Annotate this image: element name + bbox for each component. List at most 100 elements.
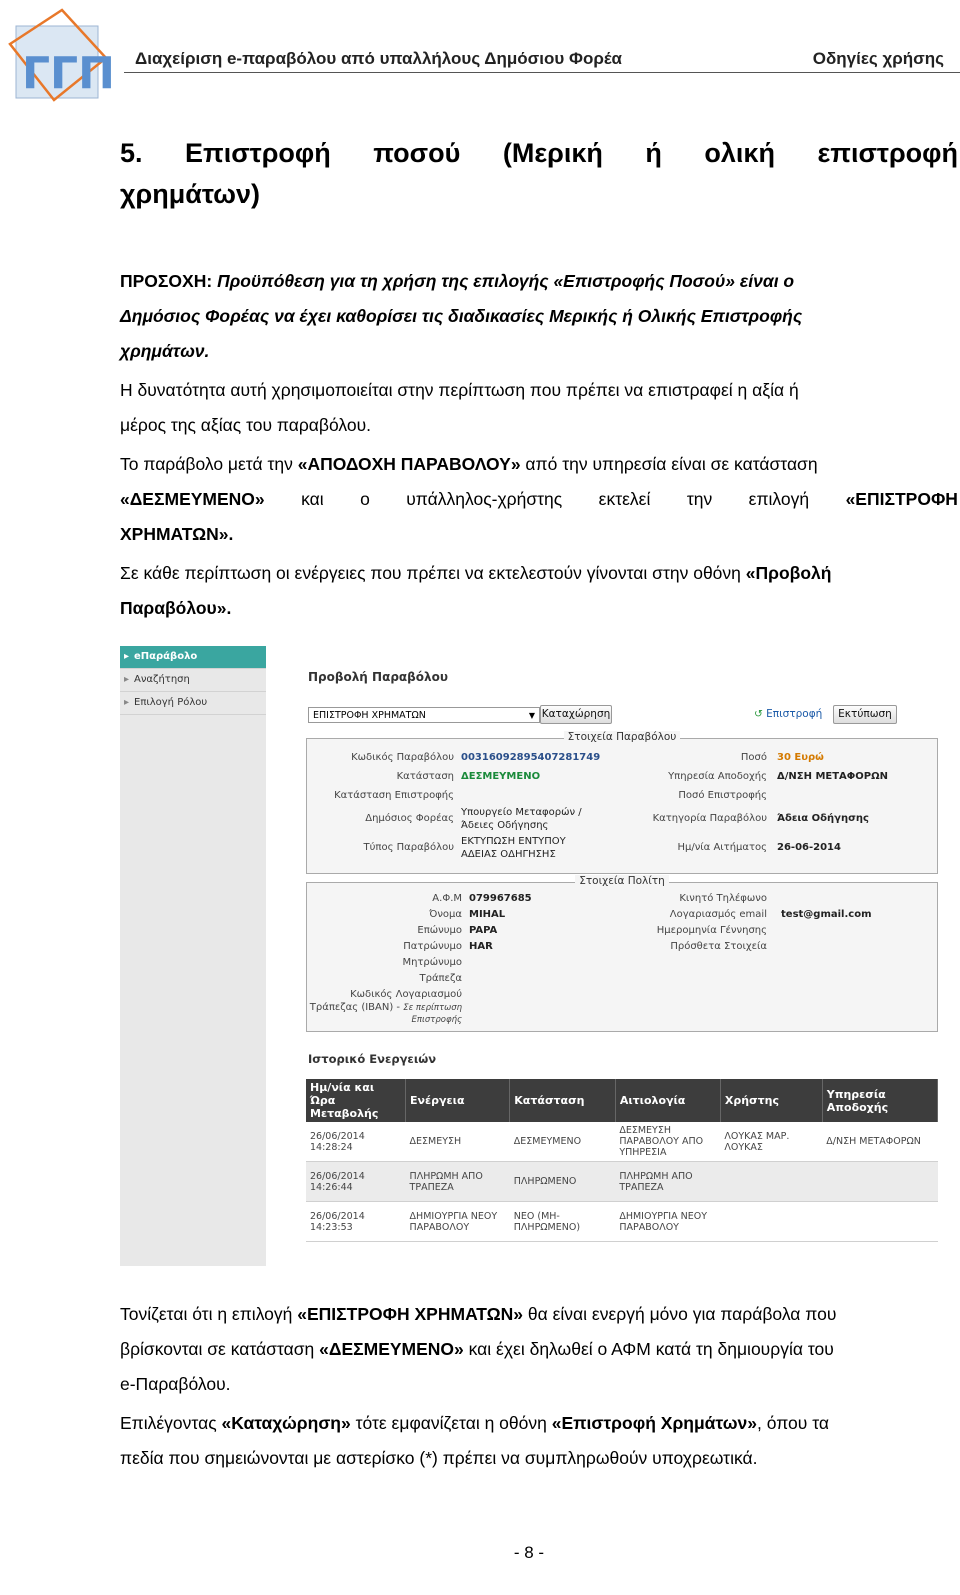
request-date-label: Ημ/νία Αιτήματος xyxy=(677,842,767,853)
history-header-cell: Ενέργεια xyxy=(405,1079,511,1122)
p5-text-e: , όπου τα xyxy=(757,1413,829,1433)
p4-text-a: Τονίζεται ότι η επιλογή xyxy=(120,1304,298,1324)
history-row: 26/06/2014 14:26:44 ΠΛΗΡΩΜΗ ΑΠΟ ΤΡΑΠΕΖΑ ΠΛ… xyxy=(306,1161,938,1202)
sidebar: ▸ eΠαράβολο ▸ Αναζήτηση ▸ Επιλογή Ρόλου xyxy=(120,646,266,1266)
print-button[interactable]: Εκτύπωση xyxy=(833,705,897,724)
action-select-value: ΕΠΙΣΤΡΟΦΗ ΧΡΗΜΑΤΩΝ xyxy=(313,710,426,721)
p2-word: επιλογή xyxy=(748,489,810,509)
warning-line1: Προϋπόθεση για τη χρήση της επιλογής «Επ… xyxy=(217,271,795,291)
amount-value: 30 Ευρώ xyxy=(777,752,824,763)
p2-word: την xyxy=(686,489,713,509)
header-doc-type: Οδηγίες χρήσης xyxy=(812,49,944,68)
paragraph-2: Το παράβολο μετά την «ΑΠΟΔΟΧΗ ΠΑΡΑΒΟΛΟΥ»… xyxy=(120,447,958,552)
first-name-label: Όνομα xyxy=(429,909,462,920)
p4-bold: «ΕΠΙΣΤΡΟΦΗ ΧΡΗΜΑΤΩΝ» xyxy=(297,1304,524,1324)
p2-bold-reserved: «ΔΕΣΜΕΥΜΕΝΟ» xyxy=(120,489,265,509)
fee-status-label: Κατάσταση xyxy=(396,771,454,782)
history-header-cell: Αιτιολογία xyxy=(615,1079,721,1122)
father-name-label: Πατρώνυμο xyxy=(403,941,462,952)
sidebar-item-role[interactable]: ▸ Επιλογή Ρόλου xyxy=(120,692,266,715)
history-header-row: Ημ/νία και Ώρα Μεταβολής Ενέργεια Κατάστασ… xyxy=(306,1079,939,1122)
sidebar-item-label: Επιλογή Ρόλου xyxy=(134,697,208,708)
surname-label: Επώνυμο xyxy=(417,925,462,936)
first-name-value: MIHAL xyxy=(469,909,506,920)
p3-line2: Παραβόλου». xyxy=(120,598,232,618)
p5-text-c: τότε εμφανίζεται η οθόνη xyxy=(350,1413,552,1433)
paragraph-3: Σε κάθε περίπτωση οι ενέργειες που πρέπε… xyxy=(120,556,958,626)
action-select[interactable]: ΕΠΙΣΤΡΟΦΗ ΧΡΗΜΑΤΩΝ ▼ xyxy=(308,707,540,723)
service-label: Υπηρεσία Αποδοχής xyxy=(668,771,767,782)
father-name-value: HAR xyxy=(469,941,493,952)
p2-word: εκτελεί xyxy=(598,489,651,509)
citizen-details-panel: Στοιχεία Πολίτη Α.Φ.Μ 079967685 Όνομα MI… xyxy=(306,875,938,1032)
sidebar-item-label: Αναζήτηση xyxy=(134,674,190,685)
p3-bold: «Προβολή xyxy=(745,563,832,583)
extra-info-label: Πρόσθετα Στοιχεία xyxy=(670,941,767,952)
sidebar-item-eparavolo[interactable]: ▸ eΠαράβολο xyxy=(120,646,266,669)
history-header-cell: Κατάσταση xyxy=(509,1079,616,1122)
p1-line2: μέρος της αξίας του παραβόλου. xyxy=(120,415,372,435)
history-cell: ΠΛΗΡΩΜΕΝΟ xyxy=(509,1161,616,1202)
warning-line2: Δημόσιος Φορέας να έχει καθορίσει τις δι… xyxy=(120,306,803,326)
title-word: ολική xyxy=(704,138,775,168)
paragraph-4: Τονίζεται ότι η επιλογή «ΕΠΙΣΤΡΟΦΗ ΧΡΗΜΑ… xyxy=(120,1297,958,1402)
iban-label-line2: Τράπεζας (IBAN) - Σε περίπτωση xyxy=(310,1002,462,1013)
p5-bold-refund: «Επιστροφή Χρημάτων» xyxy=(551,1413,757,1433)
paragraph-5: Επιλέγοντας «Καταχώρηση» τότε εμφανίζετα… xyxy=(120,1406,958,1476)
email-value: test@gmail.com xyxy=(781,909,872,920)
register-button[interactable]: Καταχώρηση xyxy=(540,705,612,724)
p4-line3: e-Παραβόλου. xyxy=(120,1374,231,1394)
p2-word: υπάλληλος-χρήστης xyxy=(406,489,563,509)
p2-line3: ΧΡΗΜΑΤΩΝ». xyxy=(120,524,234,544)
history-title: Ιστορικό Ενεργειών xyxy=(308,1052,437,1066)
history-cell: ΔΗΜΙΟΥΡΓΙΑ ΝΕΟΥ ΠΑΡΑΒΟΛΟΥ xyxy=(405,1201,510,1242)
sidebar-item-search[interactable]: ▸ Αναζήτηση xyxy=(120,669,266,692)
amount-label: Ποσό xyxy=(740,752,767,763)
org-value-line1: Υπουργείο Μεταφορών / xyxy=(461,807,582,818)
fee-type-line1: ΕΚΤΥΠΩΣΗ ΕΝΤΥΠΟΥ xyxy=(461,836,566,847)
fee-type-label: Τύπος Παραβόλου xyxy=(363,842,454,853)
p1-line1: Η δυνατότητα αυτή χρησιμοποιείται στην π… xyxy=(120,380,799,400)
mother-name-label: Μητρώνυμο xyxy=(402,957,462,968)
fee-status-value: ΔΕΣΜΕΥΜΕΝΟ xyxy=(461,771,541,782)
header-title: Διαχείριση e-παραβόλου από υπαλλήλους Δη… xyxy=(135,49,622,68)
fee-code-value: 00316092895407281749 xyxy=(461,752,601,763)
chevron-down-icon: ▼ xyxy=(528,711,535,720)
paragraph-1: Η δυνατότητα αυτή χρησιμοποιείται στην π… xyxy=(120,373,958,443)
history-cell: 26/06/2014 14:26:44 xyxy=(306,1161,406,1202)
fee-type-line2: ΑΔΕΙΑΣ ΟΔΗΓΗΣΗΣ xyxy=(461,849,556,860)
p5-line2: πεδία που σημειώνονται με αστερίσκο (*) … xyxy=(120,1448,758,1468)
p3-text-a: Σε κάθε περίπτωση οι ενέργειες που πρέπε… xyxy=(120,563,746,583)
iban-label-text: Τράπεζας (IBAN) - xyxy=(309,1002,404,1013)
screen-title: Προβολή Παραβόλου xyxy=(308,670,448,684)
p2-bold-refund: «ΕΠΙΣΤΡΟΦΗ xyxy=(845,489,958,509)
fee-legend: Στοιχεία Παραβόλου xyxy=(563,731,681,743)
history-cell: ΔΕΣΜΕΥΣΗ xyxy=(405,1122,510,1162)
history-cell xyxy=(720,1161,823,1202)
section-title-line1: 5. Επιστροφή ποσού (Μερική ή ολική επιστροφή xyxy=(120,138,958,169)
p4-text-c: θα είναι ενεργή μόνο για παράβολα που xyxy=(523,1304,837,1324)
history-cell xyxy=(822,1161,938,1202)
title-word: Επιστροφή xyxy=(185,138,331,168)
history-cell xyxy=(822,1201,938,1242)
history-cell: ΠΛΗΡΩΜΗ ΑΠΟ ΤΡΑΠΕΖΑ xyxy=(615,1161,721,1202)
history-row: 26/06/2014 14:28:24 ΔΕΣΜΕΥΣΗ ΔΕΣΜΕΥΜΕΝΟ ΔΕΣ… xyxy=(306,1122,938,1162)
title-word: ή xyxy=(645,138,662,168)
history-cell: 26/06/2014 14:23:53 xyxy=(306,1201,406,1242)
title-word: (Μερική xyxy=(502,138,603,168)
section-title-line2: χρημάτων) xyxy=(120,179,260,209)
arrow-icon: ▸ xyxy=(124,697,130,708)
history-cell: ΔΗΜΙΟΥΡΓΙΑ ΝΕΟΥ ΠΑΡΑΒΟΛΟΥ xyxy=(615,1201,721,1242)
history-cell: 26/06/2014 14:28:24 xyxy=(306,1122,406,1162)
history-header-cell: Ημ/νία και Ώρα Μεταβολής xyxy=(306,1079,407,1122)
return-link[interactable]: ↺ Επιστροφή xyxy=(754,708,822,720)
history-cell: ΠΛΗΡΩΜΗ ΑΠΟ ΤΡΑΠΕΖΑ xyxy=(405,1161,510,1202)
undo-icon: ↺ xyxy=(754,708,763,720)
surname-value: PAPA xyxy=(469,925,498,936)
p2-text-c: από την υπηρεσία είναι σε κατάσταση xyxy=(520,454,818,474)
request-date-value: 26-06-2014 xyxy=(777,842,841,853)
email-label: Λογαριασμός email xyxy=(669,909,767,920)
refund-status-label: Κατάσταση Επιστροφής xyxy=(334,790,454,801)
warning-label: ΠΡΟΣΟΧΗ: xyxy=(120,271,213,291)
history-table: Ημ/νία και Ώρα Μεταβολής Ενέργεια Κατάστασ… xyxy=(306,1079,939,1242)
